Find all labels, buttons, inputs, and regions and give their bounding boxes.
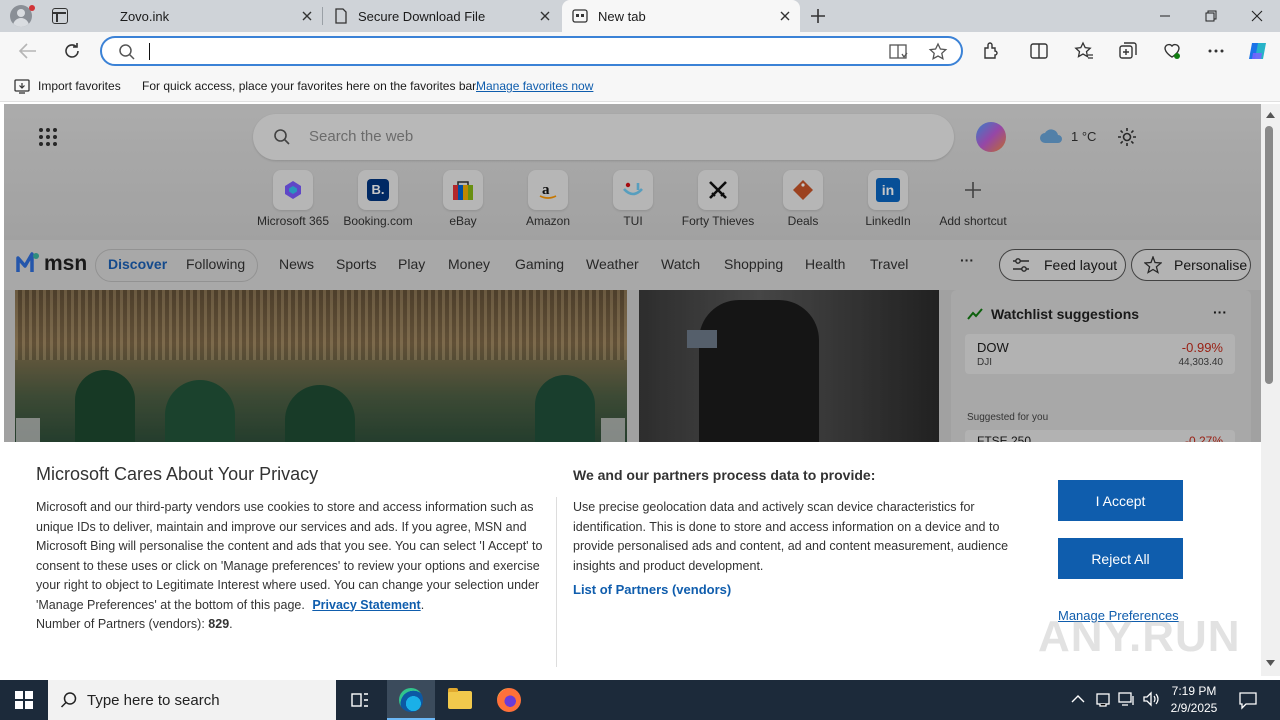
anyrun-watermark: ANY.RUN [1038,612,1241,661]
copilot-icon[interactable] [1246,39,1270,63]
favorites-bar: Import favorites For quick access, place… [0,70,1280,102]
clock-date: 2/9/2025 [1170,701,1218,715]
tab-strip: Zovo.ink Secure Download File New tab [0,0,1280,32]
close-tab-icon[interactable] [300,9,314,23]
refresh-icon[interactable] [62,41,82,61]
task-view-icon[interactable] [350,690,370,710]
privacy-consent-banner: Microsoft Cares About Your Privacy Micro… [4,442,1261,676]
minimize-button[interactable] [1142,0,1188,32]
browser-essentials-icon[interactable] [1161,40,1183,62]
data-processing-title: We and our partners process data to prov… [573,467,876,483]
data-processing-body: Use precise geolocation data and activel… [573,500,1009,573]
manage-favorites-link[interactable]: Manage favorites now [476,79,593,93]
volume-icon[interactable] [1142,691,1160,707]
consent-dim-overlay [4,104,1261,442]
tab-title: Zovo.ink [120,9,170,24]
split-screen-icon[interactable] [1028,40,1050,62]
privacy-body: Microsoft and our third-party vendors us… [36,500,543,631]
import-favorites-button[interactable]: Import favorites [38,79,121,93]
windows-start-icon[interactable] [15,691,33,709]
page-icon [335,8,347,24]
profile-notification-dot [29,5,35,11]
partners-label: Number of Partners (vendors): [36,617,205,631]
partners-count: 829 [208,617,230,631]
settings-more-icon[interactable] [1205,40,1227,62]
address-bar[interactable] [100,36,963,66]
new-tab-page-icon [572,9,588,23]
partners-list-link[interactable]: List of Partners (vendors) [573,582,731,597]
back-arrow-icon[interactable] [18,42,38,60]
immersive-reader-icon[interactable] [889,43,909,61]
search-icon [119,44,135,60]
security-tray-icon[interactable] [1095,691,1111,707]
page-viewport: Search the web 1 °C Microsoft 365 B. Boo… [4,104,1261,676]
notifications-icon[interactable] [1238,690,1258,710]
banner-divider [556,497,557,667]
address-input[interactable] [146,41,866,61]
edge-icon [399,688,423,712]
network-icon[interactable] [1118,691,1136,707]
favorites-bar-message: For quick access, place your favorites h… [142,79,479,93]
close-tab-icon[interactable] [538,9,552,23]
show-hidden-icons-chevron-icon[interactable] [1071,694,1085,704]
scroll-down-arrow-icon[interactable] [1266,660,1275,666]
taskbar-search-box[interactable]: Type here to search [48,680,336,720]
text-cursor [149,43,150,60]
scroll-up-arrow-icon[interactable] [1266,112,1275,118]
taskbar-search-placeholder: Type here to search [87,692,220,709]
tab-secure-download[interactable]: Secure Download File [322,0,560,32]
tab-zovo[interactable]: Zovo.ink [84,0,323,32]
tab-title: New tab [598,9,646,24]
file-explorer-icon[interactable] [448,688,472,709]
tab-new-tab[interactable]: New tab [562,0,800,32]
close-window-button[interactable] [1234,0,1280,32]
privacy-title: Microsoft Cares About Your Privacy [36,464,319,484]
firefox-icon[interactable] [497,688,521,712]
clock-time: 7:19 PM [1171,684,1217,698]
restore-button[interactable] [1188,0,1234,32]
privacy-statement-link[interactable]: Privacy Statement [312,598,420,612]
page-scrollbar[interactable] [1261,104,1280,676]
tab-title: Secure Download File [358,9,486,24]
reject-all-button[interactable]: Reject All [1058,538,1183,579]
collections-icon[interactable] [1117,40,1139,62]
favorites-icon[interactable] [1073,40,1095,62]
tab-actions-icon[interactable] [52,8,68,24]
search-icon [60,692,77,708]
favorite-star-icon[interactable] [928,42,948,62]
edge-taskbar-button[interactable] [387,680,435,720]
new-tab-plus-icon[interactable] [809,7,827,25]
scroll-thumb[interactable] [1265,126,1273,384]
accept-button[interactable]: I Accept [1058,480,1183,521]
extensions-icon[interactable] [980,40,1002,62]
import-favorites-icon[interactable] [14,78,30,94]
taskbar-clock[interactable]: 7:19 PM 2/9/2025 [1166,683,1222,717]
close-tab-icon[interactable] [778,9,792,23]
